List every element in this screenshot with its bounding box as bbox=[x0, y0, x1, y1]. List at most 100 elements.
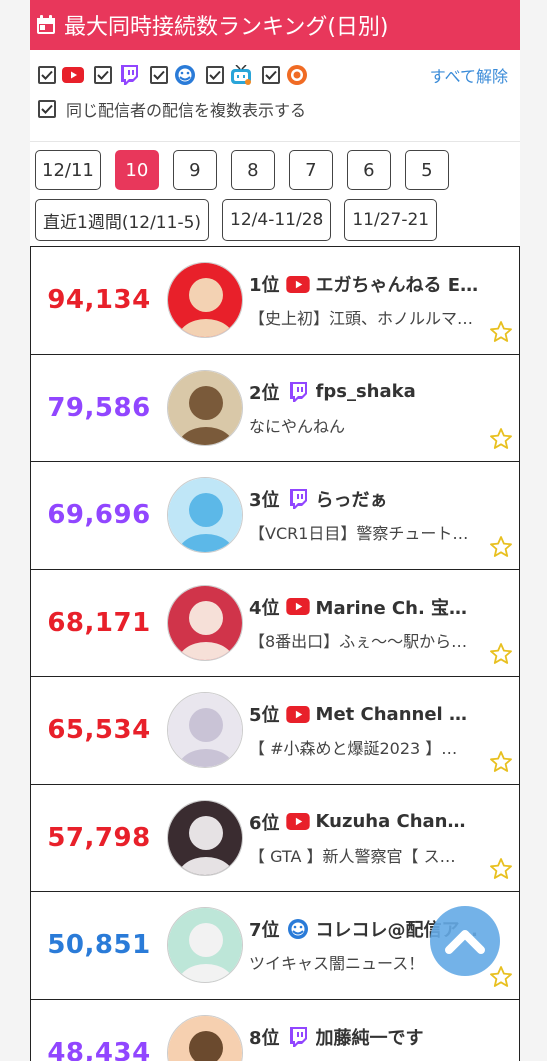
favorite-star-icon[interactable] bbox=[489, 750, 513, 774]
twitch-checkbox[interactable] bbox=[94, 66, 112, 84]
chevron-up-icon bbox=[445, 930, 485, 954]
left-margin bbox=[0, 0, 30, 1061]
stream-info: 6位 Kuzuha Chan… 【 GTA 】新人警察官【 ス… bbox=[249, 809, 481, 867]
favorite-star-icon[interactable] bbox=[489, 965, 513, 989]
viewer-count: 48,434 bbox=[47, 1037, 151, 1061]
streamer-name[interactable]: 加藤純一です bbox=[316, 1024, 424, 1050]
youtube-icon bbox=[285, 274, 310, 294]
clear-all-link[interactable]: すべて解除 bbox=[430, 63, 508, 87]
ranking-header: 最大同時接続数ランキング(日別) bbox=[30, 0, 520, 50]
streamer-name[interactable]: Kuzuha Chan… bbox=[316, 811, 466, 832]
date-tab-7[interactable]: 7 bbox=[288, 150, 333, 190]
twitch-icon bbox=[286, 1026, 310, 1047]
date-tab-8[interactable]: 8 bbox=[230, 150, 275, 190]
scroll-to-top-button[interactable] bbox=[430, 906, 500, 976]
stream-info: 1位 エガちゃんねる E… 【史上初】江頭、ホノルルマ… bbox=[249, 271, 481, 329]
niconico-checkbox[interactable] bbox=[206, 66, 224, 84]
viewer-count: 50,851 bbox=[47, 930, 151, 961]
favorite-star-icon[interactable] bbox=[489, 427, 513, 451]
viewer-count: 69,696 bbox=[47, 500, 151, 531]
avatar[interactable] bbox=[167, 262, 243, 339]
date-tab-6[interactable]: 6 bbox=[346, 150, 391, 190]
stream-info: 4位 Marine Ch. 宝… 【8番出口】ふぇ～～駅から… bbox=[249, 594, 481, 652]
streamer-line: 2位 fps_shaka bbox=[249, 379, 481, 405]
duplicate-label: 同じ配信者の配信を複数表示する bbox=[66, 101, 307, 120]
ranking-panel: 最大同時接続数ランキング(日別) すべて解除 同じ配信者の配信を複数表示する 1… bbox=[30, 0, 520, 1061]
ranking-row[interactable]: 48,434 8位加藤純一ですドラクエモンスターズ3をや… bbox=[30, 998, 520, 1061]
streamer-line: 3位 らっだぁ bbox=[249, 486, 481, 512]
youtube-icon bbox=[62, 64, 84, 86]
stream-title[interactable]: 【 GTA 】新人警察官【 ス… bbox=[249, 843, 481, 867]
date-tabs: 12/11 10 9 8 7 6 5 bbox=[30, 148, 520, 192]
stream-title[interactable]: 【VCR1日目】警察チュート… bbox=[249, 520, 481, 544]
rank-label: 6位 bbox=[249, 812, 280, 834]
ranking-row[interactable]: 94,134 1位 エガちゃんねる E… 【史上初】江頭、ホノルルマ… bbox=[30, 246, 520, 354]
streamer-line: 5位 Met Channel … bbox=[249, 701, 481, 727]
openrec-checkbox[interactable] bbox=[262, 66, 280, 84]
rank-label: 4位 bbox=[249, 597, 280, 619]
streamer-name[interactable]: fps_shaka bbox=[316, 381, 416, 402]
stream-info: 3位 らっだぁ 【VCR1日目】警察チュート… bbox=[249, 486, 481, 544]
viewer-count: 94,134 bbox=[47, 285, 151, 316]
date-tab-9[interactable]: 9 bbox=[172, 150, 217, 190]
favorite-star-icon[interactable] bbox=[489, 535, 513, 559]
ranking-row[interactable]: 79,586 2位 fps_shaka なにやんねん bbox=[30, 353, 520, 461]
favorite-star-icon[interactable] bbox=[489, 642, 513, 666]
streamer-name[interactable]: らっだぁ bbox=[316, 486, 388, 512]
favorite-star-icon[interactable] bbox=[489, 320, 513, 344]
avatar[interactable] bbox=[167, 584, 243, 661]
rank-label: 2位 bbox=[249, 382, 280, 404]
ranking-row[interactable]: 68,171 4位 Marine Ch. 宝… 【8番出口】ふぇ～～駅から… bbox=[30, 568, 520, 676]
date-tab-5[interactable]: 5 bbox=[404, 150, 449, 190]
twitcasting-icon bbox=[174, 64, 196, 86]
openrec-icon bbox=[286, 64, 308, 86]
favorite-star-icon[interactable] bbox=[489, 857, 513, 881]
viewer-count: 65,534 bbox=[47, 715, 151, 746]
duplicate-checkbox[interactable] bbox=[38, 100, 56, 118]
streamer-name[interactable]: Met Channel … bbox=[316, 704, 467, 725]
range-tab-last-week[interactable]: 直近1週間(12/11-5) bbox=[35, 199, 210, 241]
twitch-icon bbox=[286, 381, 310, 402]
twitcasting-icon bbox=[286, 919, 310, 940]
ranking-row[interactable]: 57,798 6位 Kuzuha Chan… 【 GTA 】新人警察官【 ス… bbox=[30, 783, 520, 891]
viewer-count: 79,586 bbox=[47, 392, 151, 423]
youtube-icon bbox=[285, 704, 310, 724]
viewer-count: 57,798 bbox=[47, 822, 151, 853]
page-title: 最大同時接続数ランキング(日別) bbox=[64, 15, 389, 40]
range-tab-12-4[interactable]: 12/4-11/28 bbox=[222, 199, 332, 241]
avatar[interactable] bbox=[167, 907, 243, 984]
avatar[interactable] bbox=[167, 369, 243, 446]
avatar[interactable] bbox=[167, 1014, 243, 1061]
range-tab-11-27[interactable]: 11/27-21 bbox=[344, 199, 438, 241]
avatar[interactable] bbox=[167, 799, 243, 876]
avatar[interactable] bbox=[167, 477, 243, 554]
viewer-count: 68,171 bbox=[47, 607, 151, 638]
right-margin bbox=[520, 0, 547, 1061]
rank-label: 5位 bbox=[249, 705, 280, 727]
twitch-icon bbox=[118, 64, 140, 86]
avatar[interactable] bbox=[167, 692, 243, 769]
ranking-row[interactable]: 69,696 3位 らっだぁ 【VCR1日目】警察チュート… bbox=[30, 461, 520, 569]
streamer-line: 6位 Kuzuha Chan… bbox=[249, 809, 481, 835]
date-tab-12-11[interactable]: 12/11 bbox=[35, 150, 101, 190]
stream-info: 2位 fps_shaka なにやんねん bbox=[249, 379, 481, 437]
date-tab-10[interactable]: 10 bbox=[114, 150, 159, 190]
ranking-row[interactable]: 65,534 5位 Met Channel … 【 #小森めと爆誕2023 】… bbox=[30, 676, 520, 784]
niconico-icon bbox=[230, 64, 252, 86]
service-filters: すべて解除 同じ配信者の配信を複数表示する bbox=[30, 50, 520, 142]
youtube-checkbox[interactable] bbox=[38, 66, 56, 84]
streamer-line: 1位 エガちゃんねる E… bbox=[249, 271, 481, 297]
twitcasting-checkbox[interactable] bbox=[150, 66, 168, 84]
range-tabs: 直近1週間(12/11-5) 12/4-11/28 11/27-21 bbox=[30, 198, 520, 242]
stream-title[interactable]: 【8番出口】ふぇ～～駅から… bbox=[249, 628, 481, 652]
stream-title[interactable]: なにやんねん bbox=[249, 413, 481, 437]
twitch-icon bbox=[286, 489, 310, 510]
streamer-name[interactable]: エガちゃんねる E… bbox=[316, 271, 479, 297]
streamer-line: 4位 Marine Ch. 宝… bbox=[249, 594, 481, 620]
service-filter-row: すべて解除 bbox=[38, 60, 512, 90]
stream-title[interactable]: 【史上初】江頭、ホノルルマ… bbox=[249, 305, 481, 329]
streamer-name[interactable]: Marine Ch. 宝… bbox=[316, 594, 468, 620]
stream-info: 8位加藤純一ですドラクエモンスターズ3をや… bbox=[249, 1024, 481, 1061]
stream-title[interactable]: 【 #小森めと爆誕2023 】… bbox=[249, 735, 481, 759]
youtube-icon bbox=[285, 597, 310, 617]
